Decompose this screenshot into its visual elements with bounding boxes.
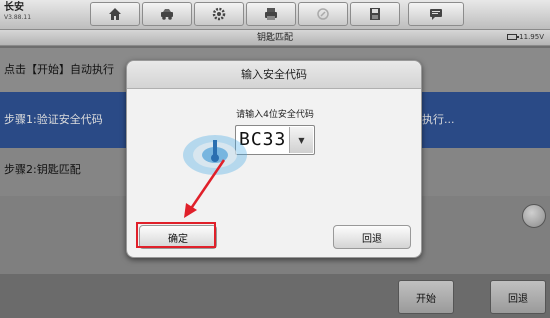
annotation-arrow-icon [184,159,226,218]
